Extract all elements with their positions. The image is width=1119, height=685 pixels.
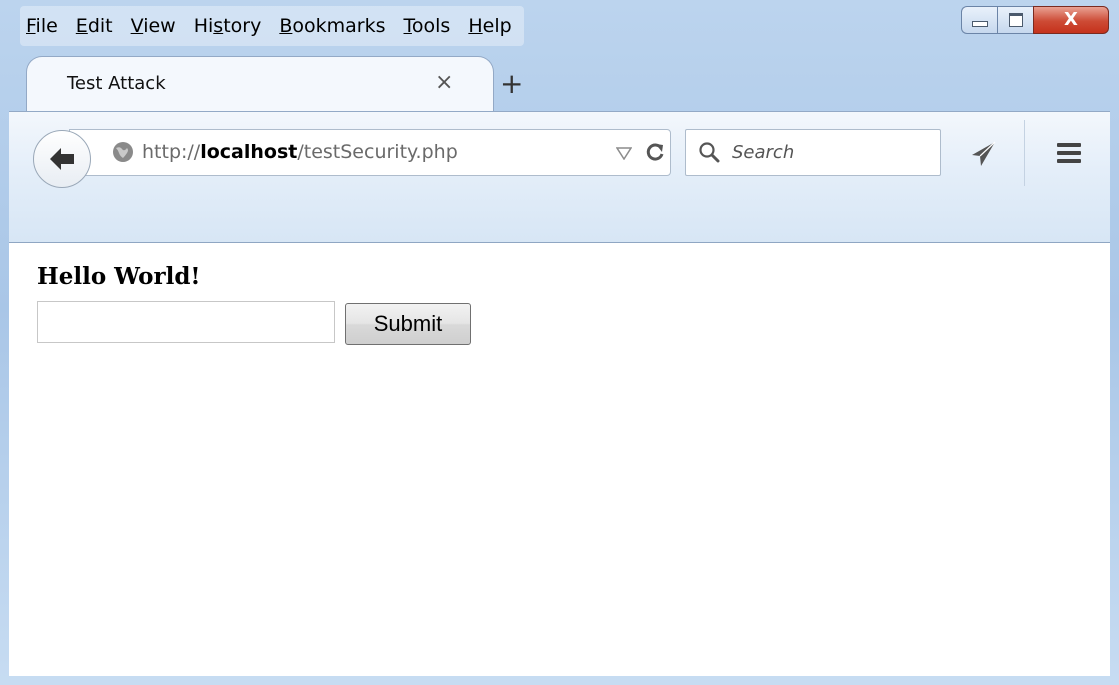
url-text: http://localhost/testSecurity.php bbox=[142, 141, 458, 163]
menu-edit[interactable]: Edit bbox=[76, 15, 113, 37]
page-heading: Hello World! bbox=[37, 263, 201, 290]
menu-tools[interactable]: Tools bbox=[404, 15, 451, 37]
menu-view[interactable]: View bbox=[131, 15, 176, 37]
close-icon: X bbox=[1064, 9, 1078, 30]
close-window-button[interactable]: X bbox=[1033, 6, 1109, 34]
text-input[interactable] bbox=[37, 301, 335, 343]
search-icon bbox=[699, 142, 720, 163]
minimize-icon bbox=[971, 21, 988, 27]
nav-toolbar: http://localhost/testSecurity.php bbox=[9, 111, 1110, 242]
page-content: Hello World! Submit bbox=[9, 242, 1110, 676]
toolbar-divider bbox=[1024, 120, 1025, 186]
send-page-icon[interactable] bbox=[969, 140, 997, 168]
history-dropdown-icon[interactable] bbox=[616, 146, 632, 160]
search-input[interactable] bbox=[732, 138, 932, 166]
browser-window: File Edit View History Bookmarks Tools H… bbox=[0, 0, 1119, 685]
tab-title: Test Attack bbox=[67, 73, 166, 94]
menu-file[interactable]: File bbox=[26, 15, 58, 37]
window-controls: X bbox=[961, 6, 1109, 36]
menu-help[interactable]: Help bbox=[468, 15, 511, 37]
menu-history[interactable]: History bbox=[194, 15, 262, 37]
reload-icon[interactable] bbox=[644, 141, 666, 163]
new-tab-button[interactable]: + bbox=[500, 70, 523, 98]
tab-test-attack[interactable]: Test Attack × bbox=[26, 56, 494, 112]
submit-button[interactable]: Submit bbox=[345, 303, 471, 345]
maximize-button[interactable] bbox=[997, 6, 1033, 34]
hamburger-menu-icon[interactable] bbox=[1055, 142, 1083, 164]
search-bar[interactable] bbox=[685, 129, 941, 176]
minimize-button[interactable] bbox=[961, 6, 997, 34]
back-button[interactable] bbox=[33, 130, 91, 188]
back-arrow-icon bbox=[50, 148, 74, 170]
menu-bookmarks[interactable]: Bookmarks bbox=[279, 15, 385, 37]
url-bar[interactable]: http://localhost/testSecurity.php bbox=[69, 129, 671, 176]
tab-close-icon[interactable]: × bbox=[435, 70, 453, 95]
globe-icon bbox=[113, 142, 133, 162]
maximize-icon bbox=[1008, 13, 1023, 27]
menu-bar: File Edit View History Bookmarks Tools H… bbox=[20, 6, 524, 46]
